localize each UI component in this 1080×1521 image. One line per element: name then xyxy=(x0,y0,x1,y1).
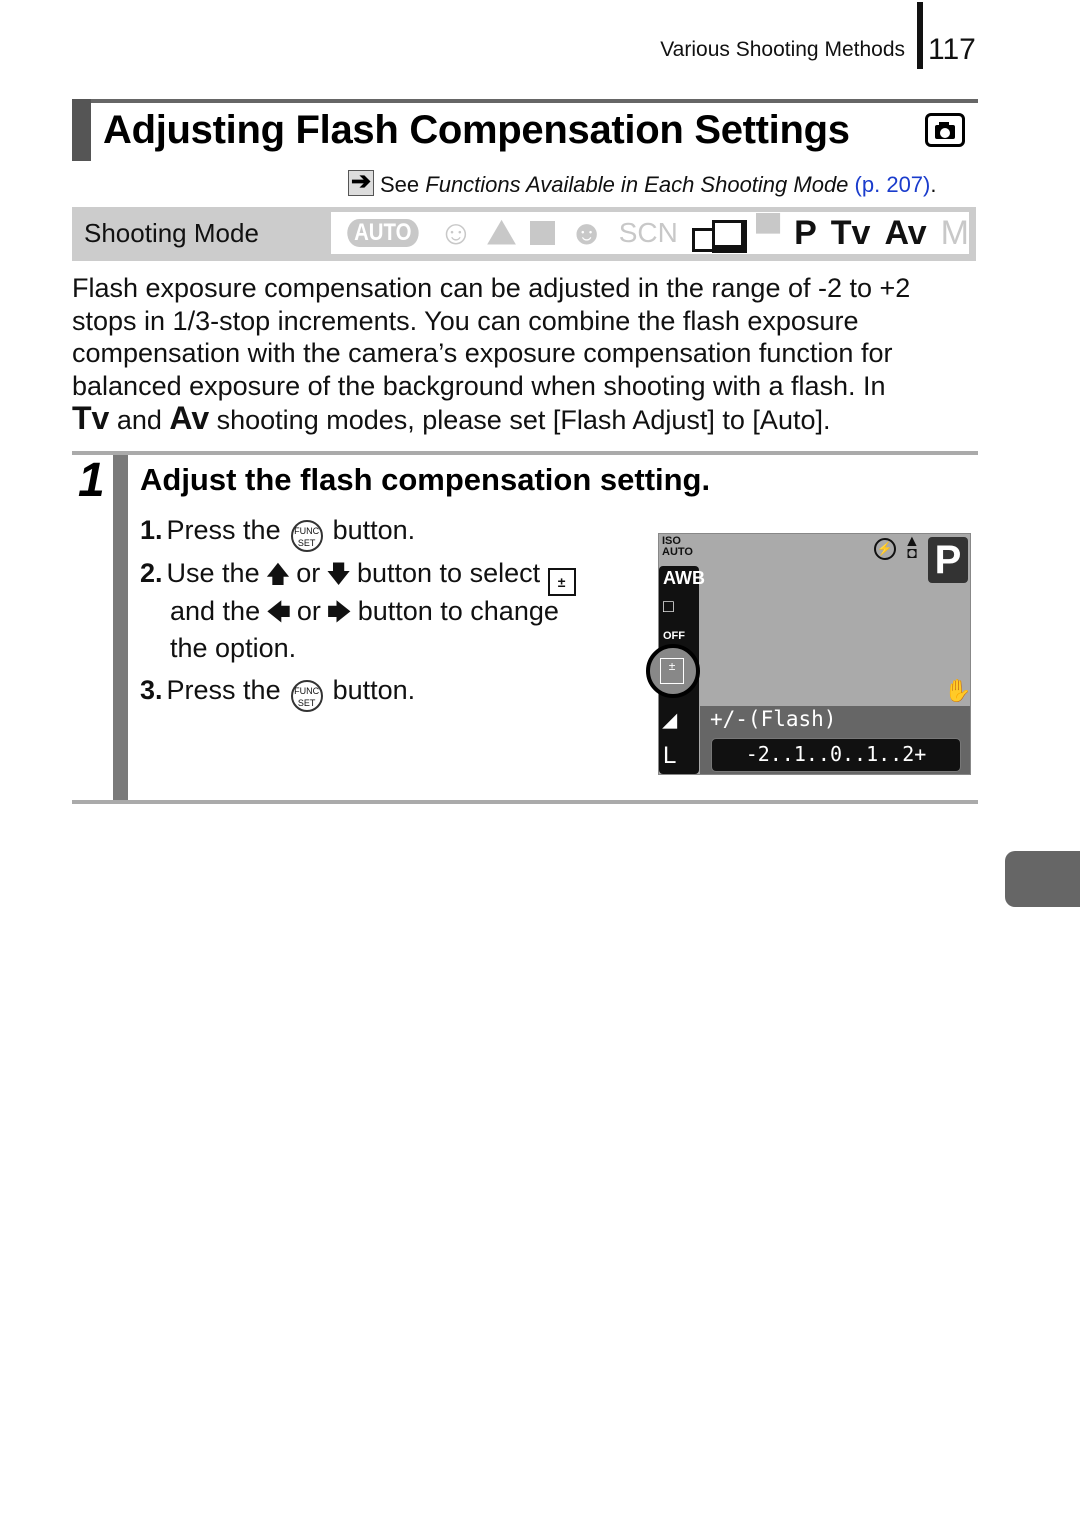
tv-mode-icon-inline: Tv xyxy=(72,400,110,437)
substep-text: or xyxy=(296,596,321,626)
body-paragraph: Flash exposure compensation can be adjus… xyxy=(72,272,982,437)
substep-text: and the xyxy=(170,596,261,626)
tv-mode-icon: Tv xyxy=(830,214,871,252)
iso-auto-icon: ISO AUTO xyxy=(662,535,693,558)
av-mode-icon: Av xyxy=(884,214,927,252)
body-and: and xyxy=(109,405,170,436)
step-number: 1 xyxy=(78,454,105,507)
substep-number: 2. xyxy=(140,558,163,588)
flash-compensation-selected-icon: ± xyxy=(646,644,700,698)
func-set-button-icon: FUNC SET xyxy=(290,520,323,552)
resolution-large-icon: L xyxy=(663,742,677,769)
step-title: Adjust the flash compensation setting. xyxy=(140,462,711,497)
camera-still-icon xyxy=(925,113,965,147)
body-tail: shooting modes, please set [Flash Adjust… xyxy=(209,405,831,436)
auto-mode-icon: AUTO xyxy=(347,219,419,247)
substep-number: 3. xyxy=(140,675,163,705)
reference-prefix: See xyxy=(380,172,426,197)
page-link[interactable]: (p. 207) xyxy=(855,172,931,197)
substep-number: 1. xyxy=(140,515,163,545)
substep-text: Press the xyxy=(166,675,281,705)
left-arrow-icon: 🡄 xyxy=(266,599,291,626)
shooting-mode-label: Shooting Mode xyxy=(84,218,259,248)
substep-text: Press the xyxy=(166,515,281,545)
page-number: 117 xyxy=(928,33,976,66)
substep-text: Use the xyxy=(166,558,260,588)
drive-single-icon: □ xyxy=(663,596,674,616)
landscape-mode-icon: ⛰ xyxy=(487,214,516,252)
awb-icon: AWB xyxy=(663,568,705,588)
step-bottom-rule xyxy=(72,800,978,804)
manual-mode-icon: M xyxy=(940,214,969,252)
substep-2-line-3: the option. xyxy=(170,633,297,663)
flash-off-icon: ⚡ xyxy=(874,538,896,560)
av-mode-icon-inline: Av xyxy=(169,400,210,437)
step-top-rule xyxy=(72,451,978,455)
substep-text: button to select xyxy=(356,558,541,588)
substep-text: button. xyxy=(332,675,416,705)
kids-pets-mode-icon: ☻ xyxy=(568,214,605,252)
reference-title: Functions Available in Each Shooting Mod… xyxy=(425,172,849,197)
chapter-tab xyxy=(1005,851,1080,907)
shooting-mode-icons: AUTO ☺ ⛰ ☻ SCN ▀ P Tv Av M xyxy=(331,209,972,257)
header-divider xyxy=(917,2,923,69)
scn-mode-icon: SCN xyxy=(618,217,678,248)
substep-3: 3. Press the FUNC SET button. xyxy=(140,675,415,712)
func-set-button-icon: FUNC SET xyxy=(290,680,323,712)
reference-suffix: . xyxy=(930,172,937,197)
right-arrow-icon: 🡆 xyxy=(326,599,352,626)
substep-text: button. xyxy=(332,515,416,545)
down-arrow-icon: 🡇 xyxy=(326,561,351,588)
movie-mode-icon: ▀ xyxy=(756,214,781,252)
page-title: Adjusting Flash Compensation Settings xyxy=(103,108,850,152)
flash-compensation-icon: ± xyxy=(547,568,576,596)
portrait-mode-icon: ☺ xyxy=(438,214,474,252)
substep-2-line-2: and the 🡄 or 🡆 button to change xyxy=(170,595,559,636)
substep-text: button to change xyxy=(357,596,559,626)
compression-icon: ◢ xyxy=(663,710,677,730)
lcd-mode-indicator: P xyxy=(928,537,968,583)
lcd-caption: +/-(Flash) xyxy=(710,707,837,731)
title-rule xyxy=(72,99,978,103)
night-snapshot-mode-icon xyxy=(529,221,555,245)
title-accent-bar xyxy=(72,99,91,161)
stitch-assist-mode-icon xyxy=(691,218,747,253)
camera-shake-icon: ✋ xyxy=(944,678,972,703)
program-mode-icon: P xyxy=(794,214,817,252)
camera-orientation-icon: ▲ ◘ xyxy=(904,533,920,562)
substep-2: 2. Use the 🡅 or 🡇 button to select ± xyxy=(140,557,576,598)
flash-compensation-scale: -2..1..0..1..2+ xyxy=(711,738,961,772)
effect-off-icon: OFF xyxy=(663,630,685,642)
running-head: Various Shooting Methods xyxy=(660,38,905,61)
arrow-right-icon: ➔ xyxy=(348,168,374,196)
substep-text: or xyxy=(296,558,321,588)
body-text: Flash exposure compensation can be adjus… xyxy=(72,273,911,401)
substep-1: 1. Press the FUNC SET button. xyxy=(140,515,415,552)
up-arrow-icon: 🡅 xyxy=(265,561,291,588)
cross-reference: ➔ See Functions Available in Each Shootin… xyxy=(348,168,937,198)
step-side-bar xyxy=(113,455,128,800)
